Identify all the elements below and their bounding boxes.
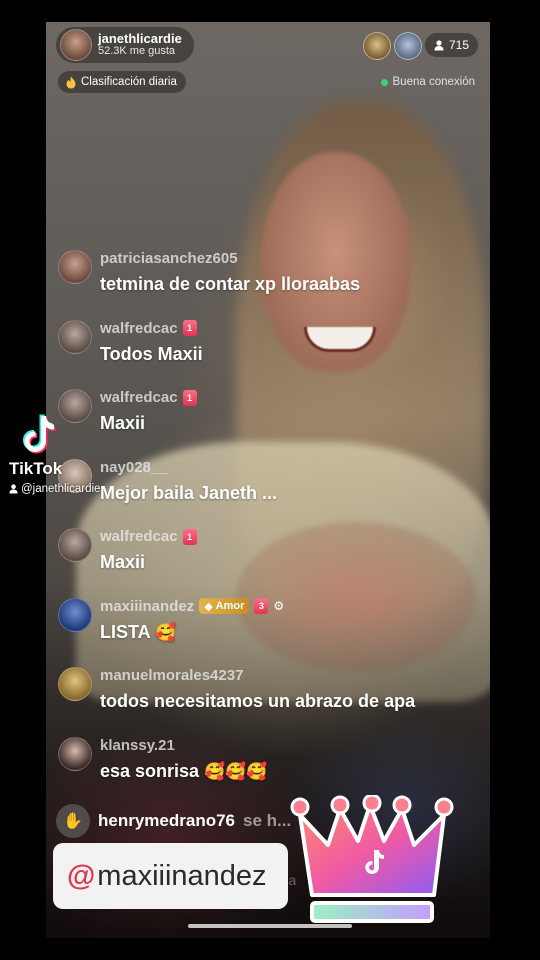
connection-dot-icon xyxy=(380,78,388,86)
chat-avatar[interactable] xyxy=(58,389,92,423)
chat-message[interactable]: klanssy.21 esa sonrisa 🥰🥰🥰 xyxy=(56,735,476,805)
person-icon xyxy=(9,484,18,494)
chat-username-text: maxiiinandez xyxy=(100,597,195,615)
tiktok-logo-icon xyxy=(23,414,56,454)
chat-username-text: nay028__ xyxy=(100,458,168,476)
host-username: janethlicardie xyxy=(98,31,182,47)
handle-card-name: maxiiinandez xyxy=(97,859,267,892)
chat-message[interactable]: maxiiinandez ◆ Amor 3 ⚙ LISTA 🥰 xyxy=(56,596,476,666)
chat-username[interactable]: walfredcac 1 xyxy=(100,528,197,545)
chat-text: Maxii xyxy=(100,413,146,433)
join-username[interactable]: henrymedrano76 xyxy=(98,811,235,831)
host-likes: 52.3K me gusta xyxy=(98,45,176,58)
chat-username[interactable]: nay028__ xyxy=(100,459,168,476)
connection-status: Buena conexión xyxy=(380,76,475,88)
tiktok-wordmark: TikTok xyxy=(9,459,63,478)
chat-text-body: LISTA xyxy=(100,621,150,642)
chat-message[interactable]: manuelmorales4237 todos necesitamos un a… xyxy=(56,665,476,735)
chat-username[interactable]: maxiiinandez ◆ Amor 3 ⚙ xyxy=(100,598,284,615)
host-texts: janethlicardie 52.3K me gusta xyxy=(98,32,182,57)
chat-avatar[interactable] xyxy=(58,736,92,771)
chat-text: Todos Maxii xyxy=(100,343,203,364)
chat-username-text: klanssy.21 xyxy=(100,736,175,754)
diamond-icon: ◆ xyxy=(204,600,213,613)
creator-handle-card: @ maxiiinandez xyxy=(53,843,288,909)
viewer-count-number: 715 xyxy=(449,38,470,52)
watermark-handle-text: @janethlicardie xyxy=(21,483,101,495)
chat-text: Maxii xyxy=(100,552,146,572)
watermark-handle: @janethlicardie xyxy=(9,483,100,495)
join-notification: ✋ henrymedrano76 se h... xyxy=(56,804,291,838)
chat-username-text: walfredcac xyxy=(100,389,178,406)
level-badge: 1 xyxy=(182,320,197,336)
level-badge: 1 xyxy=(182,528,197,545)
viewer-count[interactable]: 715 xyxy=(425,33,479,57)
chat-username[interactable]: manuelmorales4237 xyxy=(100,667,243,684)
chat-avatar[interactable] xyxy=(58,319,92,354)
moderator-icon: ⚙ xyxy=(273,599,285,613)
level-badge: 3 xyxy=(254,598,269,614)
join-text: se h... xyxy=(243,811,292,830)
top-viewer-avatar-1[interactable] xyxy=(363,32,391,60)
chat-message[interactable]: walfredcac 1 Todos Maxii xyxy=(56,318,476,388)
chat-text: tetmina de contar xp lloraabas xyxy=(100,274,361,294)
chat-username-text: manuelmorales4237 xyxy=(100,667,244,684)
chat-username[interactable]: klanssy.21 xyxy=(100,737,175,754)
smiling-hearts-emoji: 🥰🥰🥰 xyxy=(204,761,268,781)
chat-avatar[interactable] xyxy=(58,528,92,562)
chat-text: LISTA 🥰 xyxy=(100,622,176,643)
live-chat-list[interactable]: patriciasanchez605 tetmina de contar xp … xyxy=(56,248,476,804)
chat-avatar[interactable] xyxy=(58,597,92,632)
chat-avatar[interactable] xyxy=(58,667,92,701)
amor-badge: ◆ Amor xyxy=(199,598,250,614)
daily-ranking-button[interactable]: Clasificación diaria xyxy=(58,71,186,93)
host-info-pill[interactable]: janethlicardie 52.3K me gusta xyxy=(56,27,194,63)
chat-text: esa sonrisa 🥰🥰🥰 xyxy=(100,761,268,782)
handle-at-sign: @ xyxy=(67,859,96,892)
top-viewer-avatar-2[interactable] xyxy=(394,32,422,60)
host-avatar[interactable] xyxy=(60,29,92,61)
chat-message[interactable]: patriciasanchez605 tetmina de contar xp … xyxy=(56,248,476,318)
chat-username[interactable]: walfredcac 1 xyxy=(100,320,197,337)
chat-text: Mejor baila Janeth ... xyxy=(100,482,278,503)
chat-username-text: walfredcac xyxy=(100,528,178,545)
chat-username-text: walfredcac xyxy=(100,319,178,337)
chat-text: todos necesitamos un abrazo de apa xyxy=(100,691,416,711)
crown-tiktok-icon xyxy=(290,795,454,923)
chat-message[interactable]: walfredcac 1 Maxii xyxy=(56,387,476,457)
wave-hand-icon: ✋ xyxy=(56,804,90,838)
chat-avatar[interactable] xyxy=(58,250,92,284)
chat-text-body: esa sonrisa xyxy=(100,760,200,781)
flame-icon xyxy=(66,76,76,88)
smiling-hearts-emoji: 🥰 xyxy=(155,622,177,642)
chat-username[interactable]: walfredcac 1 xyxy=(100,389,197,406)
amor-badge-label: Amor xyxy=(215,600,245,612)
chat-message[interactable]: nay028__ Mejor baila Janeth ... xyxy=(56,457,476,527)
daily-ranking-label: Clasificación diaria xyxy=(81,76,177,88)
chat-username-text: patriciasanchez605 xyxy=(100,250,238,267)
level-badge: 1 xyxy=(182,389,197,406)
home-indicator[interactable] xyxy=(188,924,352,928)
chat-username[interactable]: patriciasanchez605 xyxy=(100,250,238,267)
person-icon xyxy=(434,39,444,50)
connection-status-text: Buena conexión xyxy=(392,76,475,88)
chat-message[interactable]: walfredcac 1 Maxii xyxy=(56,526,476,596)
